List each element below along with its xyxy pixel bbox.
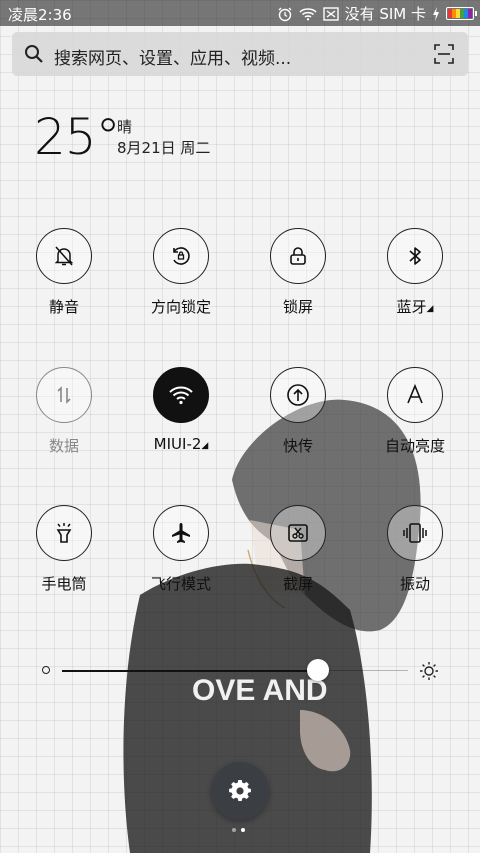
toggle-screenshot[interactable]: 截屏 — [240, 505, 356, 605]
toggle-label: 截屏 — [282, 575, 313, 593]
date: 8月21日 周二 — [117, 139, 211, 157]
brightness-low-icon — [42, 666, 50, 674]
toggle-label: 蓝牙 — [396, 298, 427, 316]
toggle-bluetooth[interactable]: 蓝牙◢ — [357, 228, 473, 328]
wallpaper-shirt-text: OVE AND — [192, 674, 328, 707]
toggle-vibrate-button[interactable] — [387, 505, 443, 561]
screenshot-icon — [288, 524, 308, 542]
toggle-mute-button[interactable] — [36, 228, 92, 284]
toggle-airplane[interactable]: 飞行模式 — [123, 505, 239, 605]
page-dot-current — [241, 828, 245, 832]
toggle-mobile-data-button[interactable] — [36, 367, 92, 423]
weather-condition: 晴 — [117, 118, 133, 136]
page-indicator — [232, 828, 245, 832]
brightness-high-icon — [420, 662, 438, 680]
toggle-label: 锁屏 — [282, 298, 313, 316]
toggle-label: 快传 — [282, 437, 313, 455]
brightness-thumb[interactable] — [307, 659, 330, 681]
mute-bell-icon — [54, 246, 74, 266]
toggle-mobile-data[interactable]: 数据 — [6, 367, 122, 467]
toggle-label: 手电筒 — [41, 575, 87, 593]
wifi-icon — [169, 386, 193, 405]
brightness-slider[interactable] — [62, 659, 408, 681]
toggle-quick-transfer[interactable]: 快传 — [240, 367, 356, 467]
quick-transfer-icon — [287, 384, 309, 406]
settings-button[interactable] — [211, 762, 269, 820]
toggle-airplane-button[interactable] — [153, 505, 209, 561]
toggle-label: 方向锁定 — [150, 298, 211, 316]
toggle-quick-transfer-button[interactable] — [270, 367, 326, 423]
gear-icon — [229, 780, 251, 801]
toggle-vibrate[interactable]: 振动 — [357, 505, 473, 605]
flashlight-icon — [56, 523, 72, 543]
toggle-auto-brightness[interactable]: 自动亮度 — [357, 367, 473, 467]
toggle-bluetooth-button[interactable] — [387, 228, 443, 284]
toggle-label: 飞行模式 — [150, 575, 211, 593]
brightness-fill — [62, 669, 319, 672]
toggle-rotation-lock-button[interactable] — [153, 228, 209, 284]
toggle-wifi[interactable]: MIUI-2◢ — [123, 367, 239, 467]
page-dot — [232, 828, 236, 832]
toggle-auto-brightness-button[interactable] — [387, 367, 443, 423]
temperature: 25° — [34, 108, 121, 166]
rotation-lock-icon — [173, 247, 190, 265]
search-icon — [25, 45, 43, 63]
status-icons: 没有 SIM 卡 — [277, 3, 477, 24]
auto-brightness-icon — [407, 383, 423, 404]
toggle-label: 数据 — [48, 437, 79, 455]
no-sim-icon — [322, 6, 339, 21]
toggle-label: 自动亮度 — [384, 437, 445, 455]
status-bar: 凌晨2:36 没有 SIM 卡 — [0, 0, 480, 26]
bluetooth-icon — [409, 247, 421, 265]
search-bar[interactable]: 搜索网页、设置、应用、视频... — [12, 32, 468, 76]
search-input[interactable]: 搜索网页、设置、应用、视频... — [54, 44, 291, 69]
battery-icon — [446, 7, 477, 20]
status-time: 凌晨2:36 — [8, 6, 72, 24]
carrier-text: 没有 SIM 卡 — [344, 5, 426, 23]
toggle-screenshot-button[interactable] — [270, 505, 326, 561]
wifi-icon — [298, 7, 317, 20]
vibrate-icon — [403, 523, 427, 543]
lock-icon — [290, 247, 306, 265]
mobile-data-icon — [57, 386, 71, 404]
charging-icon — [433, 6, 439, 21]
alarm-icon — [278, 7, 292, 21]
toggle-mute[interactable]: 静音 — [6, 228, 122, 328]
toggle-label: 静音 — [48, 298, 79, 316]
toggle-rotation-lock[interactable]: 方向锁定 — [123, 228, 239, 328]
toggle-wifi-button[interactable] — [153, 367, 209, 423]
more-indicator-icon: ◢ — [201, 441, 209, 451]
scan-icon[interactable] — [434, 44, 454, 64]
toggle-lock-screen[interactable]: 锁屏 — [240, 228, 356, 328]
toggle-label: 振动 — [399, 575, 430, 593]
more-indicator-icon: ◢ — [426, 304, 434, 314]
toggle-flashlight-button[interactable] — [36, 505, 92, 561]
toggle-label: MIUI-2 — [153, 435, 202, 453]
airplane-icon — [172, 523, 190, 543]
toggle-lock-screen-button[interactable] — [270, 228, 326, 284]
toggle-flashlight[interactable]: 手电筒 — [6, 505, 122, 605]
